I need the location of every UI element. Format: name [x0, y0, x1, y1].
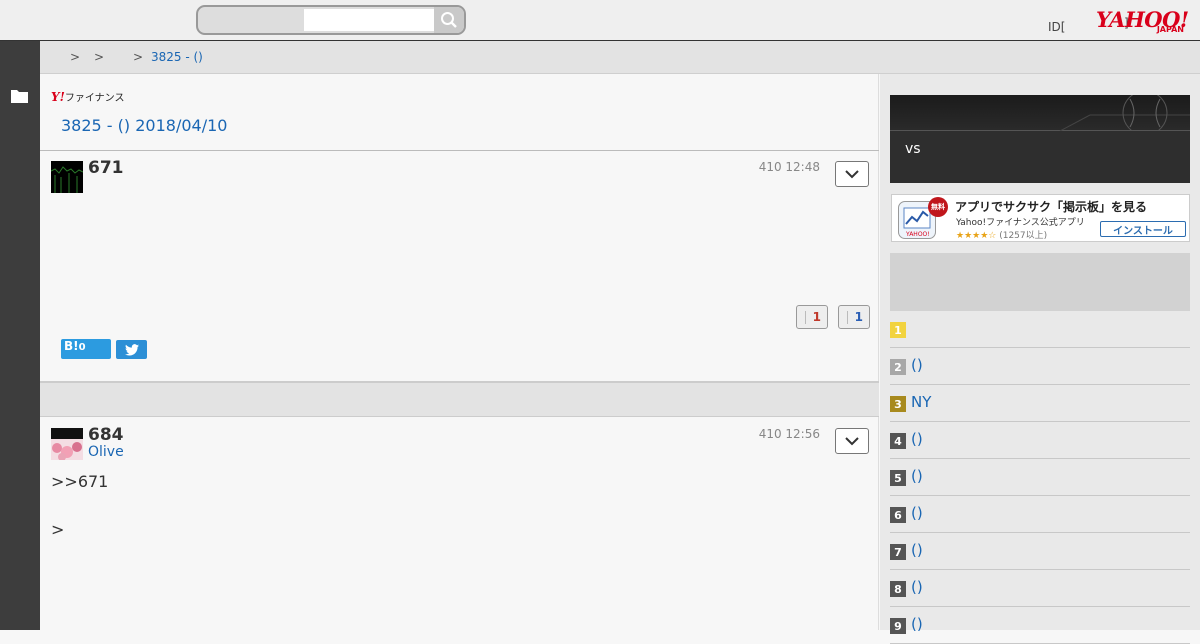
install-button[interactable]: インストール — [1100, 221, 1186, 237]
folder-icon[interactable] — [11, 89, 28, 103]
reply-reference[interactable]: >>671 — [51, 472, 108, 491]
ranking-link[interactable]: NY — [911, 393, 931, 411]
like-button[interactable]: 1 — [796, 305, 828, 329]
ranking-link[interactable]: () — [911, 541, 923, 559]
rank-number-badge: 3 — [890, 396, 906, 412]
ranking-item[interactable]: 6 () — [890, 496, 1190, 533]
ranking-link[interactable]: () — [911, 504, 923, 522]
rank-number-badge: 6 — [890, 507, 906, 523]
post-number: 684 — [88, 425, 124, 445]
main-content: Y!ファイナンス 3825 - () 2018/04/10 671 410 12… — [40, 74, 879, 630]
ranking-link[interactable]: () — [911, 615, 923, 633]
chevron-down-icon — [845, 437, 859, 446]
avatar[interactable] — [51, 428, 83, 460]
yahoo-finance-brand[interactable]: Y!ファイナンス — [51, 89, 124, 104]
rank-number-badge: 1 — [890, 322, 906, 338]
app-install-ad[interactable]: YAHOO! 無料 アプリでサクサク「掲示板」を見る Yahoo!ファイナンス公… — [891, 194, 1190, 242]
ranking-list: 1 2 () 3 NY 4 () 5 () 6 () 7 () 8 () 9 () — [890, 311, 1190, 644]
brand-mark: Y! — [51, 90, 65, 104]
ranking-item[interactable]: 4 () — [890, 422, 1190, 459]
top-header: ID[ ] YAHOO! JAPAN — [0, 0, 1200, 41]
hatena-bookmark-button[interactable]: B!0 — [61, 339, 111, 359]
rank-number-badge: 8 — [890, 581, 906, 597]
ranking-item[interactable]: 5 () — [890, 459, 1190, 496]
divider — [40, 150, 879, 151]
ranking-link[interactable]: () — [911, 430, 923, 448]
star-rating-icon: ★★★★☆ — [956, 231, 997, 241]
ranking-item[interactable]: 3 NY — [890, 385, 1190, 422]
dislike-button[interactable]: 1 — [838, 305, 870, 329]
like-count: 1 — [812, 310, 821, 324]
ranking-item[interactable]: 9 () — [890, 607, 1190, 644]
logo-sub-text: JAPAN — [1156, 25, 1184, 34]
breadcrumb-current[interactable]: 3825 - () — [151, 50, 203, 64]
ranking-item[interactable]: 8 () — [890, 570, 1190, 607]
svg-text:YAHOO!: YAHOO! — [905, 231, 930, 238]
right-sidebar: vs YAHOO! 無料 アプリでサクサク「掲示板」を見る Yahoo!ファイナ… — [880, 74, 1200, 644]
ad-placeholder — [890, 253, 1190, 311]
ad-rating: ★★★★☆ (1257以上) — [956, 228, 1047, 241]
avatar[interactable] — [51, 161, 83, 193]
breadcrumb-separator: > — [70, 50, 81, 64]
rank-number-badge: 5 — [890, 470, 906, 486]
review-count: (1257以上) — [999, 231, 1048, 241]
hatena-count: 0 — [78, 342, 86, 353]
ad-title: アプリでサクサク「掲示板」を見る — [955, 200, 1148, 214]
banner-header — [890, 95, 1190, 136]
baseball-graphic-icon — [1059, 95, 1190, 136]
ad-banner[interactable]: vs — [890, 95, 1190, 183]
post-time: 410 12:48 — [758, 160, 820, 174]
search-icon — [441, 12, 457, 28]
post-author[interactable]: Olive — [88, 444, 124, 460]
yahoo-japan-logo[interactable]: YAHOO! JAPAN — [1096, 9, 1189, 37]
flower-avatar-icon — [51, 428, 83, 460]
brand-text: ファイナンス — [64, 93, 125, 104]
rank-number-badge: 4 — [890, 433, 906, 449]
rank-number-badge: 9 — [890, 618, 906, 634]
hatena-label: B! — [64, 339, 79, 353]
search-box[interactable] — [196, 5, 466, 35]
breadcrumb-separator: > — [133, 50, 144, 64]
post-time: 410 12:56 — [758, 427, 820, 441]
breadcrumb: > > > 3825 - () — [40, 41, 1200, 74]
ranking-item[interactable]: 1 — [890, 311, 1190, 348]
ranking-item[interactable]: 2 () — [890, 348, 1190, 385]
chevron-down-icon — [845, 170, 859, 179]
free-badge: 無料 — [928, 197, 948, 217]
breadcrumb-separator: > — [94, 50, 105, 64]
ranking-link[interactable]: () — [911, 467, 923, 485]
ranking-item[interactable]: 7 () — [890, 533, 1190, 570]
login-id-link[interactable]: ID[ — [1048, 20, 1065, 34]
chart-thumbnail-icon — [51, 166, 83, 193]
ad-subtitle: Yahoo!ファイナンス公式アプリ — [956, 218, 1085, 228]
post-menu-button[interactable] — [835, 161, 869, 187]
post-number: 671 — [88, 158, 124, 178]
post-menu-button[interactable] — [835, 428, 869, 454]
left-rail — [0, 41, 40, 630]
twitter-share-button[interactable] — [116, 340, 147, 359]
ranking-link[interactable]: () — [911, 356, 923, 374]
search-input[interactable] — [304, 9, 434, 31]
banner-text: vs — [905, 141, 921, 157]
rank-number-badge: 2 — [890, 359, 906, 375]
post-separator-band — [40, 381, 879, 417]
search-button[interactable] — [434, 7, 464, 33]
post-body: > — [51, 520, 65, 539]
page-title[interactable]: 3825 - () 2018/04/10 — [61, 116, 227, 135]
ranking-link[interactable]: () — [911, 578, 923, 596]
dislike-count: 1 — [854, 310, 863, 324]
twitter-bird-icon — [124, 343, 139, 356]
rank-number-badge: 7 — [890, 544, 906, 560]
